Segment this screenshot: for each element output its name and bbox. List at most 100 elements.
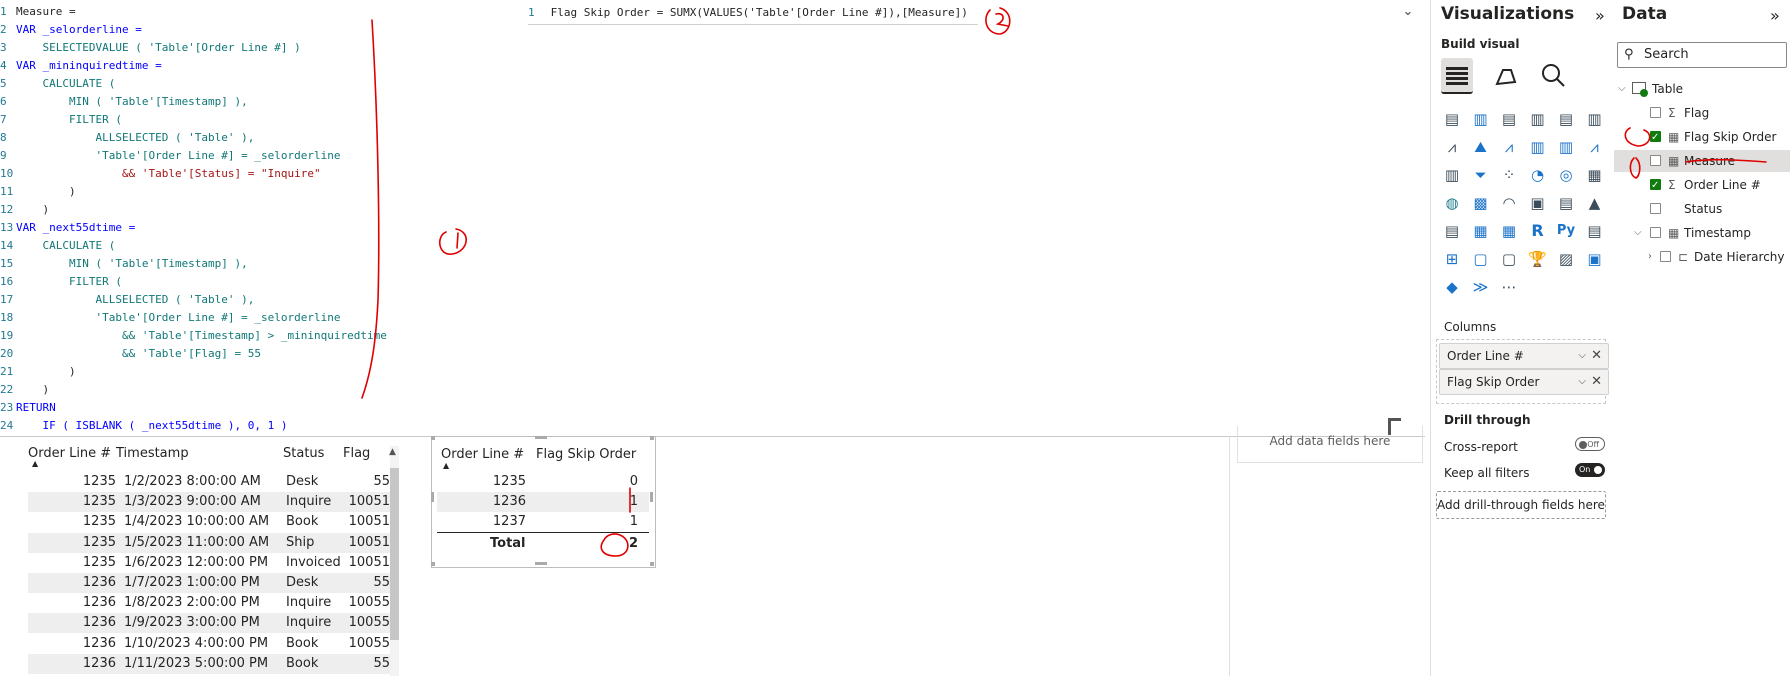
table-row[interactable]: 1235 1/5/2023 11:00:00 AM Ship 10051	[28, 532, 392, 553]
field-row[interactable]: Status	[1614, 198, 1790, 220]
add-drill-through-button[interactable]: Add drill-through fields here	[1436, 491, 1606, 519]
field-checkbox[interactable]	[1650, 227, 1661, 238]
resize-handle[interactable]	[431, 492, 434, 502]
chevron-down-icon[interactable]: ⌵	[1634, 222, 1642, 244]
python-visual-icon[interactable]: Py	[1555, 220, 1577, 242]
field-row[interactable]: ⌵ ▦ Timestamp	[1614, 222, 1790, 244]
table-row[interactable]: 1235 1/4/2023 10:00:00 AM Book 10051	[28, 512, 392, 532]
line-chart-icon[interactable]: ⩘	[1441, 136, 1463, 158]
column-header[interactable]: Order Line #	[441, 445, 524, 465]
chevron-down-icon[interactable]: ⌵	[1578, 344, 1586, 368]
column-header[interactable]: Flag	[343, 444, 370, 464]
pie-chart-icon[interactable]: ◔	[1527, 164, 1549, 186]
resize-handle[interactable]	[650, 562, 654, 566]
field-search-input[interactable]: ⚲ Search	[1617, 42, 1787, 68]
gauge-icon[interactable]: ◠	[1498, 192, 1520, 214]
column-field-flag-skip-order[interactable]: Flag Skip Order ⌵ ✕	[1439, 369, 1609, 395]
resize-handle[interactable]	[535, 436, 547, 439]
resize-handle[interactable]	[431, 436, 435, 440]
chevron-down-icon[interactable]: ⌵	[1618, 78, 1626, 100]
resize-handle[interactable]	[650, 492, 653, 502]
chevron-right-icon[interactable]: ›	[1648, 246, 1652, 268]
dax-editor[interactable]: 1 Measure = 2 VAR _selorderline = 3 SELECTED…	[0, 0, 1425, 437]
format-visual-tab[interactable]	[1489, 58, 1521, 92]
stacked-column-chart-icon[interactable]: ▥	[1470, 108, 1492, 130]
close-icon[interactable]: ✕	[1591, 370, 1602, 394]
column-header[interactable]: Status	[283, 444, 324, 464]
empty-visual[interactable]: Add data fields here	[1237, 426, 1423, 463]
key-influencers-icon[interactable]: ▤	[1584, 220, 1606, 242]
table-scrollbar-thumb[interactable]	[390, 468, 399, 640]
keep-all-filters-toggle[interactable]: On	[1575, 463, 1605, 477]
table-row[interactable]: 1236 1/7/2023 1:00:00 PM Desk 55	[28, 573, 392, 593]
column-header[interactable]: Timestamp	[116, 444, 189, 464]
ribbon-chart-icon[interactable]: ⩘	[1584, 136, 1606, 158]
build-visual-tab[interactable]	[1441, 58, 1473, 94]
chevron-down-icon[interactable]: ⌄	[1400, 4, 1416, 20]
chevron-down-icon[interactable]: ⌵	[1578, 370, 1586, 394]
paginated-report-icon[interactable]: ▨	[1555, 248, 1577, 270]
clustered-bar-chart-icon[interactable]: ▤	[1498, 108, 1520, 130]
power-apps-icon[interactable]: ▣	[1584, 248, 1606, 270]
table-row[interactable]: 1235 1/2/2023 8:00:00 AM Desk 55	[28, 472, 392, 492]
table-row[interactable]: 1236 1/11/2023 5:00:00 PM Book 55	[28, 653, 392, 674]
r-visual-icon[interactable]: R	[1527, 220, 1549, 242]
stacked-area-chart-icon[interactable]: ⩘	[1498, 136, 1520, 158]
table-row[interactable]: 1235 1/3/2023 9:00:00 AM Inquire 10051	[28, 492, 392, 513]
column-header[interactable]: Order Line #	[28, 444, 111, 464]
treemap-icon[interactable]: ▦	[1584, 164, 1606, 186]
table-row[interactable]: 1236 1/8/2023 2:00:00 PM Inquire 10055	[28, 593, 392, 613]
funnel-chart-icon[interactable]: ⏷	[1470, 164, 1492, 186]
field-checkbox[interactable]	[1650, 175, 1661, 197]
more-options-icon[interactable]: ⋯	[1498, 276, 1520, 298]
field-checkbox[interactable]	[1650, 107, 1661, 118]
scroll-up-icon[interactable]: ▲	[389, 447, 399, 457]
clustered-column-chart-icon[interactable]: ▥	[1527, 108, 1549, 130]
field-checkbox[interactable]	[1650, 203, 1661, 214]
100-bar-chart-icon[interactable]: ▤	[1555, 108, 1577, 130]
field-row[interactable]: ▦ Flag Skip Order	[1614, 126, 1790, 149]
field-row[interactable]: ▦ Measure	[1614, 150, 1790, 172]
filled-map-icon[interactable]: ▩	[1470, 192, 1492, 214]
field-row[interactable]: Σ Flag	[1614, 102, 1790, 124]
more-visuals-icon[interactable]: ≫	[1470, 276, 1492, 298]
field-row[interactable]: Σ Order Line #	[1614, 174, 1790, 197]
multi-row-card-icon[interactable]: ▤	[1555, 192, 1577, 214]
close-icon[interactable]: ✕	[1591, 344, 1602, 368]
table-row[interactable]: 1236 1/9/2023 3:00:00 PM Inquire 10055	[28, 613, 392, 634]
column-field-order-line[interactable]: Order Line # ⌵ ✕	[1439, 343, 1609, 369]
power-automate-icon[interactable]: ◆	[1441, 276, 1463, 298]
slicer-icon[interactable]: ▤	[1441, 220, 1463, 242]
table-visual-flag-skip-order[interactable]: Order Line # Flag Skip Order ▲ 1235 0 1236 1 12…	[431, 436, 656, 568]
decomposition-tree-icon[interactable]: ⊞	[1441, 248, 1463, 270]
narrative-icon[interactable]: ▢	[1498, 248, 1520, 270]
field-table[interactable]: ⌵ Table	[1614, 78, 1790, 100]
table-icon[interactable]: ▦	[1470, 220, 1492, 242]
table-row[interactable]: 1236 1/10/2023 4:00:00 PM Book 10055	[28, 634, 392, 654]
goals-icon[interactable]: 🏆	[1527, 248, 1549, 270]
field-checkbox[interactable]	[1650, 127, 1661, 149]
line-clustered-column-icon[interactable]: ▥	[1555, 136, 1577, 158]
map-icon[interactable]: ◍	[1441, 192, 1463, 214]
waterfall-chart-icon[interactable]: ▥	[1441, 164, 1463, 186]
line-column-chart-icon[interactable]: ▥	[1527, 136, 1549, 158]
table-header[interactable]: Order Line # Timestamp Status Flag ▲	[28, 444, 372, 470]
collapse-pane-icon[interactable]: »	[1770, 6, 1780, 25]
stacked-bar-chart-icon[interactable]: ▤	[1441, 108, 1463, 130]
analytics-tab[interactable]	[1537, 58, 1569, 92]
resize-handle[interactable]	[431, 562, 435, 566]
cross-report-toggle[interactable]: Off	[1575, 437, 1605, 451]
kpi-icon[interactable]: ▲	[1584, 192, 1606, 214]
scatter-chart-icon[interactable]: ⁘	[1498, 164, 1520, 186]
field-row[interactable]: › ⊏ Date Hierarchy	[1614, 246, 1790, 268]
donut-chart-icon[interactable]: ◎	[1555, 164, 1577, 186]
matrix-icon[interactable]: ▦	[1498, 220, 1520, 242]
formula-bar-flag-skip-order[interactable]: 1 Flag Skip Order = SUMX(VALUES('Table'[…	[528, 2, 978, 25]
table-row[interactable]: 1235 1/6/2023 12:00:00 PM Invoiced 10051	[28, 553, 392, 573]
sort-ascending-icon[interactable]: ▲	[32, 454, 38, 474]
column-header[interactable]: Flag Skip Order	[536, 445, 636, 465]
qa-icon[interactable]: ▢	[1470, 248, 1492, 270]
resize-handle[interactable]	[650, 436, 654, 440]
collapse-pane-icon[interactable]: »	[1595, 6, 1605, 25]
area-chart-icon[interactable]: ⛰	[1470, 136, 1492, 158]
